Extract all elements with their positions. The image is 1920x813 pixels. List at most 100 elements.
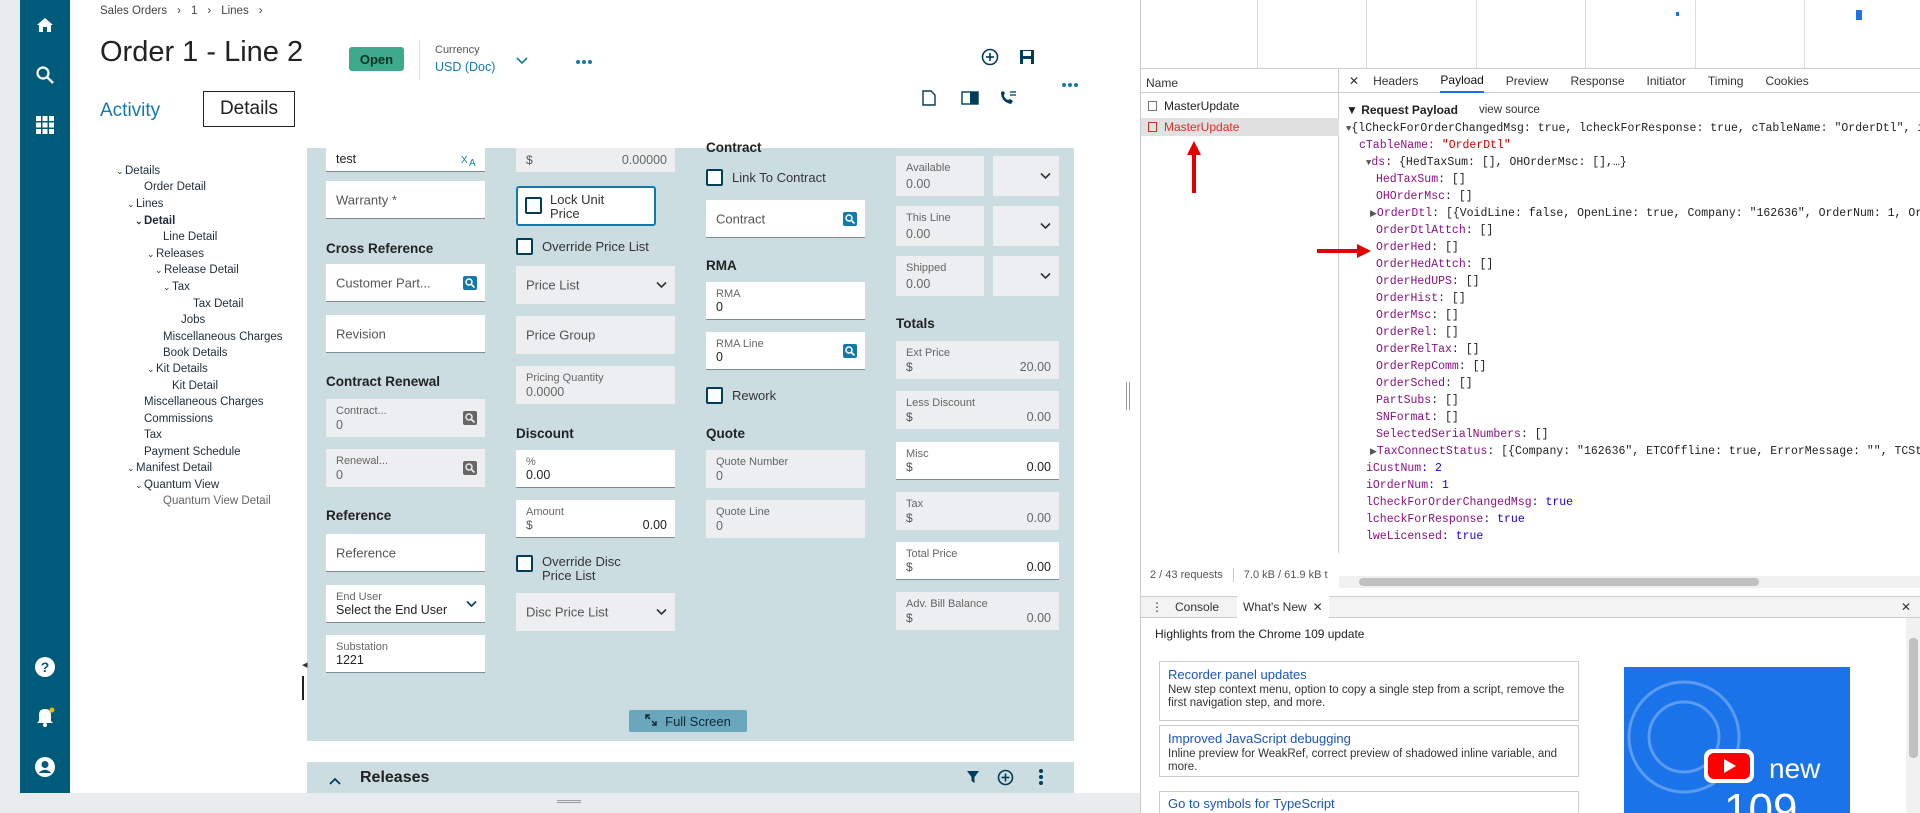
tree-item[interactable]: Book Details bbox=[154, 347, 228, 359]
add-circle-icon[interactable] bbox=[997, 769, 1014, 791]
tree-item[interactable]: ⌄Lines bbox=[127, 198, 164, 210]
caret-icon[interactable]: ⌄ bbox=[147, 249, 156, 260]
warranty-field[interactable]: Warranty * bbox=[326, 181, 485, 219]
payload-line[interactable]: ▶OrderDtl: [{VoidLine: false, OpenLine: … bbox=[1370, 207, 1920, 220]
discount-percent-field[interactable]: % 0.00 bbox=[516, 450, 675, 488]
tab-whats-new[interactable]: What's New ✕ bbox=[1237, 596, 1329, 618]
search-lookup-icon[interactable] bbox=[463, 411, 477, 425]
tab-details[interactable]: Details bbox=[203, 91, 295, 127]
end-user-select[interactable]: End User Select the End User bbox=[326, 585, 485, 623]
tab-activity[interactable]: Activity bbox=[100, 100, 160, 122]
search-icon[interactable] bbox=[30, 60, 60, 90]
apps-grid-icon[interactable] bbox=[30, 110, 60, 140]
translate-icon[interactable]: XA bbox=[461, 153, 477, 167]
revision-field[interactable]: Revision bbox=[326, 315, 485, 353]
tab-console[interactable]: Console bbox=[1175, 600, 1219, 614]
override-disc-price-list-checkbox[interactable]: Override Disc Price List bbox=[516, 555, 642, 583]
caret-icon[interactable]: ⌄ bbox=[135, 480, 144, 491]
chevron-up-icon[interactable] bbox=[329, 772, 341, 790]
disc-price-list-select[interactable]: Disc Price List bbox=[516, 593, 675, 631]
total-price-field[interactable]: Total Price $0.00 bbox=[896, 542, 1059, 580]
breadcrumb-item[interactable]: 1 bbox=[191, 5, 197, 17]
tree-item[interactable]: Tax Detail bbox=[184, 298, 244, 310]
rma-field[interactable]: RMA 0 bbox=[706, 282, 865, 320]
help-icon[interactable]: ? bbox=[30, 652, 60, 682]
override-price-list-checkbox[interactable]: Override Price List bbox=[516, 238, 649, 255]
tree-item[interactable]: ⌄Kit Details bbox=[147, 363, 208, 375]
tree-item[interactable]: Tax bbox=[135, 429, 162, 441]
user-account-icon[interactable] bbox=[30, 752, 60, 782]
more-options-icon[interactable] bbox=[576, 52, 592, 70]
close-drawer-icon[interactable]: ✕ bbox=[1901, 600, 1911, 614]
tree-item[interactable]: Kit Detail bbox=[163, 380, 218, 392]
discount-amount-field[interactable]: Amount $0.00 bbox=[516, 500, 675, 538]
tree-item[interactable]: Miscellaneous Charges bbox=[135, 396, 264, 408]
tree-item[interactable]: ⌄Releases bbox=[147, 248, 204, 260]
misc-field[interactable]: Misc $0.00 bbox=[896, 442, 1059, 480]
lock-unit-price-checkbox[interactable]: Lock Unit Price bbox=[516, 186, 656, 226]
close-icon[interactable]: ✕ bbox=[1313, 600, 1323, 614]
contract-lookup-field[interactable]: Contract bbox=[706, 200, 865, 238]
drawer-menu-icon[interactable]: ⋮ bbox=[1151, 600, 1163, 614]
news-link[interactable]: Improved JavaScript debugging bbox=[1168, 731, 1570, 746]
news-card[interactable]: Go to symbols for TypeScript bbox=[1159, 791, 1579, 813]
document-icon[interactable] bbox=[922, 90, 936, 111]
notifications-bell-icon[interactable] bbox=[30, 701, 60, 731]
save-icon[interactable] bbox=[1019, 49, 1035, 70]
tree-item[interactable]: Miscellaneous Charges bbox=[154, 331, 283, 343]
caret-icon[interactable]: ⌄ bbox=[116, 166, 125, 177]
panel-toggle-icon[interactable] bbox=[961, 91, 979, 110]
breadcrumb-item[interactable]: Sales Orders bbox=[100, 5, 167, 17]
tree-item[interactable]: ⌄Quantum View bbox=[135, 479, 219, 491]
video-thumbnail[interactable]: new 109 bbox=[1624, 667, 1850, 813]
tree-item[interactable]: ⌄Detail bbox=[135, 215, 175, 227]
caret-icon[interactable]: ⌄ bbox=[155, 265, 164, 276]
quote-number-field[interactable]: Quote Number 0 bbox=[706, 450, 865, 488]
add-circle-icon[interactable] bbox=[981, 48, 999, 71]
caret-icon[interactable]: ⌄ bbox=[163, 282, 172, 293]
full-screen-button[interactable]: Full Screen bbox=[629, 710, 747, 732]
payload-line[interactable]: ▼{lCheckForOrderChangedMsg: true, lcheck… bbox=[1346, 122, 1920, 135]
tree-item[interactable]: Commissions bbox=[135, 413, 213, 425]
phone-list-icon[interactable] bbox=[999, 90, 1017, 111]
caret-icon[interactable]: ⌄ bbox=[135, 216, 144, 227]
rework-checkbox[interactable]: Rework bbox=[706, 387, 776, 404]
unit-price-field[interactable]: $0.00000 bbox=[516, 148, 675, 172]
vertical-scrollbar[interactable] bbox=[1906, 618, 1920, 813]
available-uom-select[interactable] bbox=[993, 156, 1059, 196]
shipped-uom-select[interactable] bbox=[993, 256, 1059, 296]
reference-field[interactable]: Reference bbox=[326, 534, 485, 572]
contract-field[interactable]: Contract... 0 bbox=[326, 399, 485, 437]
search-lookup-icon[interactable] bbox=[463, 461, 477, 475]
search-lookup-icon[interactable] bbox=[463, 275, 477, 290]
tree-item[interactable]: Line Detail bbox=[154, 231, 217, 243]
tree-item[interactable]: Payment Schedule bbox=[135, 446, 241, 458]
chevron-down-icon[interactable] bbox=[516, 52, 528, 70]
tree-item[interactable]: ⌄Tax bbox=[163, 281, 190, 293]
price-group-field[interactable]: Price Group bbox=[516, 316, 675, 354]
search-lookup-icon[interactable] bbox=[843, 211, 857, 226]
play-button-icon[interactable] bbox=[1704, 749, 1754, 783]
currency-value[interactable]: USD (Doc) bbox=[435, 60, 495, 74]
tree-item[interactable]: ⌄Details bbox=[116, 165, 160, 177]
renewal-field[interactable]: Renewal... 0 bbox=[326, 449, 485, 487]
this-line-uom-select[interactable] bbox=[993, 206, 1059, 246]
tree-item[interactable]: Order Detail bbox=[135, 181, 206, 193]
more-vertical-icon[interactable] bbox=[1039, 769, 1043, 790]
description-field[interactable]: test XA bbox=[326, 148, 485, 172]
quote-line-field[interactable]: Quote Line 0 bbox=[706, 500, 865, 538]
more-options-icon[interactable] bbox=[1062, 75, 1078, 93]
caret-icon[interactable]: ⌄ bbox=[147, 364, 156, 375]
caret-icon[interactable]: ⌄ bbox=[127, 463, 136, 474]
rma-line-field[interactable]: RMA Line 0 bbox=[706, 332, 865, 370]
scrollbar-thumb[interactable] bbox=[1909, 638, 1918, 758]
releases-panel-header[interactable]: Releases bbox=[307, 762, 1074, 793]
home-icon[interactable] bbox=[30, 10, 60, 40]
payload-line[interactable]: ▶TaxConnectStatus: [{Company: "162636", … bbox=[1370, 445, 1920, 458]
scrollbar-thumb[interactable] bbox=[1359, 578, 1759, 586]
tree-item[interactable]: Quantum View Detail bbox=[154, 495, 271, 507]
tree-item[interactable]: ⌄Manifest Detail bbox=[127, 462, 212, 474]
link-to-contract-checkbox[interactable]: Link To Contract bbox=[706, 169, 826, 186]
breadcrumb-item[interactable]: Lines bbox=[221, 5, 249, 17]
news-card[interactable]: Improved JavaScript debugging Inline pre… bbox=[1159, 725, 1579, 777]
